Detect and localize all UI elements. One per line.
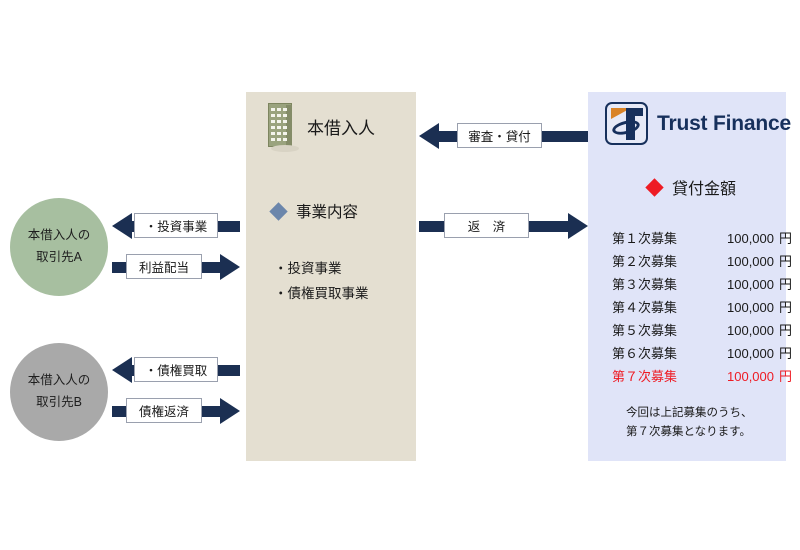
round-term: 第５次募集 [612, 323, 678, 338]
arrow-head-right-icon [220, 254, 240, 280]
borrower-label: 本借入人 [307, 118, 375, 138]
round-unit: 円 [779, 254, 793, 269]
round-unit: 円 [779, 323, 793, 338]
business-heading-label: 事業内容 [296, 204, 359, 221]
round-amount: 100,000 [727, 277, 774, 292]
partner-a-node: 本借入人の 取引先A [10, 198, 108, 296]
round-amount: 100,000 [727, 300, 774, 315]
offering-note-line1: 今回は上記募集のうち、 [626, 407, 753, 419]
round-unit: 円 [779, 346, 793, 361]
partner-a-line2: 取引先A [36, 250, 82, 264]
partner-b-node: 本借入人の 取引先B [10, 343, 108, 441]
brand-name: Trust Finance [657, 111, 791, 135]
partner-a-line1: 本借入人の [27, 228, 91, 243]
table-row: 第６次募集 100,000 円 [612, 343, 792, 366]
borrower-header: 本借入人 [268, 103, 375, 152]
round-amount: 100,000 [727, 254, 774, 269]
arrow-label-investment-business: ・投資事業 [134, 213, 218, 238]
arrow-label-repayment: 返 済 [444, 213, 529, 238]
business-item: ・投資事業 [274, 261, 342, 276]
arrow-head-right-icon [568, 213, 588, 239]
round-unit: 円 [779, 231, 793, 246]
offering-note-line2: 第７次募集となります。 [626, 426, 752, 438]
business-heading: 事業内容 [269, 200, 359, 222]
arrow-head-left-icon [112, 357, 132, 383]
table-row: 第２次募集 100,000 円 [612, 251, 792, 274]
partner-b-line2: 取引先B [36, 395, 82, 409]
building-icon [268, 103, 299, 152]
arrow-label-profit-distribution: 利益配当 [126, 254, 202, 279]
round-term: 第７次募集 [612, 369, 678, 384]
arrow-label-claim-repayment: 債権返済 [126, 398, 202, 423]
diamond-red-icon [645, 177, 664, 197]
arrow-label-screening-lending: 審査・貸付 [457, 123, 542, 148]
round-amount: 100,000 [727, 369, 774, 384]
loan-amount-heading-label: 貸付金額 [672, 181, 737, 198]
brand-header: Trust Finance [605, 102, 791, 145]
table-row-highlighted: 第７次募集 100,000 円 [612, 366, 792, 389]
round-term: 第２次募集 [612, 254, 678, 269]
round-amount: 100,000 [727, 346, 774, 361]
round-term: 第３次募集 [612, 277, 678, 292]
round-term: 第６次募集 [612, 346, 678, 361]
table-row: 第４次募集 100,000 円 [612, 297, 792, 320]
arrow-head-left-icon [112, 213, 132, 239]
arrow-head-right-icon [220, 398, 240, 424]
round-amount: 100,000 [727, 231, 774, 246]
table-row: 第３次募集 100,000 円 [612, 274, 792, 297]
round-unit: 円 [779, 369, 793, 384]
diamond-blue-icon [269, 201, 288, 221]
loan-rounds-table: 第１次募集 100,000 円 第２次募集 100,000 円 第３次募集 10… [612, 228, 792, 389]
round-unit: 円 [779, 277, 793, 292]
partner-b-line1: 本借入人の [27, 373, 91, 388]
offering-note: 今回は上記募集のうち、 第７次募集となります。 [626, 404, 753, 442]
diagram-canvas: 本借入人の 取引先A 本借入人の 取引先B ・投資事業 利益配当 ・債権買取 債… [0, 0, 800, 550]
round-term: 第１次募集 [612, 231, 678, 246]
arrow-head-left-icon [419, 123, 439, 149]
business-item: ・債権買取事業 [274, 286, 369, 301]
trust-finance-logo-icon [605, 102, 648, 145]
round-unit: 円 [779, 300, 793, 315]
business-items-list: ・投資事業 ・債権買取事業 [274, 256, 369, 306]
arrow-label-claim-purchase: ・債権買取 [134, 357, 218, 382]
round-term: 第４次募集 [612, 300, 678, 315]
table-row: 第１次募集 100,000 円 [612, 228, 792, 251]
loan-amount-heading: 貸付金額 [645, 175, 737, 199]
table-row: 第５次募集 100,000 円 [612, 320, 792, 343]
round-amount: 100,000 [727, 323, 774, 338]
